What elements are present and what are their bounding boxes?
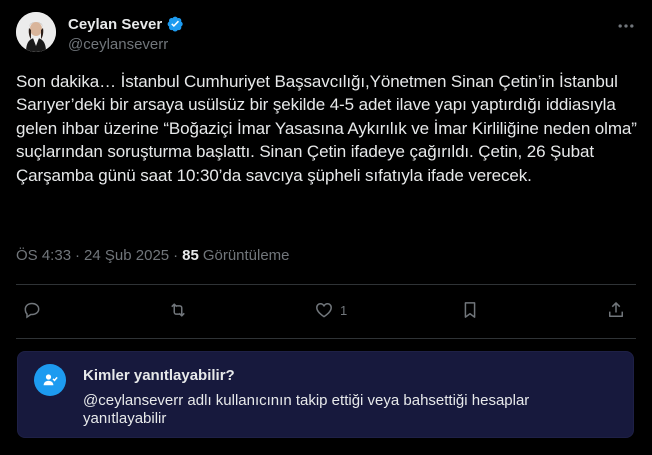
meta-separator: · xyxy=(75,247,81,264)
author-display-name[interactable]: Ceylan Sever xyxy=(68,16,162,33)
tweet-text: Son dakika… İstanbul Cumhuriyet Başsavcı… xyxy=(16,72,637,185)
verified-badge-icon xyxy=(166,15,184,33)
action-bar: 1 xyxy=(16,298,636,326)
avatar-image xyxy=(16,12,56,52)
user-check-icon xyxy=(34,364,66,396)
more-options-icon[interactable] xyxy=(616,16,636,36)
share-button[interactable] xyxy=(606,300,626,320)
reply-restriction-card: Kimler yanıtlayabilir? @ceylanseverr adl… xyxy=(17,351,634,438)
author-names: Ceylan Sever @ceylanseverr xyxy=(68,14,184,53)
author-avatar[interactable] xyxy=(16,12,56,52)
share-icon xyxy=(609,302,623,317)
tweet-date[interactable]: 24 Şub 2025 xyxy=(84,247,169,264)
tweet-time[interactable]: ÖS 4:33 xyxy=(16,247,71,264)
reply-restriction-description: @ceylanseverr adlı kullanıcının takip et… xyxy=(83,392,530,427)
reply-icon xyxy=(24,302,40,319)
like-count: 1 xyxy=(340,302,348,318)
like-icon xyxy=(316,302,332,318)
bookmark-icon xyxy=(464,302,476,318)
tweet-header: Ceylan Sever @ceylanseverr xyxy=(16,12,636,56)
author-handle[interactable]: @ceylanseverr xyxy=(68,36,184,53)
reply-restriction-title: Kimler yanıtlayabilir? xyxy=(83,367,235,384)
like-button[interactable]: 1 xyxy=(314,300,347,320)
retweet-icon xyxy=(171,303,185,317)
divider xyxy=(16,284,636,285)
divider xyxy=(16,338,636,339)
reply-button[interactable] xyxy=(22,300,42,320)
meta-separator: · xyxy=(173,247,179,264)
bookmark-button[interactable] xyxy=(460,300,480,320)
views-label: Görüntüleme xyxy=(202,247,290,264)
tweet-meta: ÖS 4:33 · 24 Şub 2025 · 85 Görüntüleme xyxy=(16,247,290,264)
retweet-button[interactable] xyxy=(168,300,188,320)
views-count: 85 xyxy=(182,247,199,264)
